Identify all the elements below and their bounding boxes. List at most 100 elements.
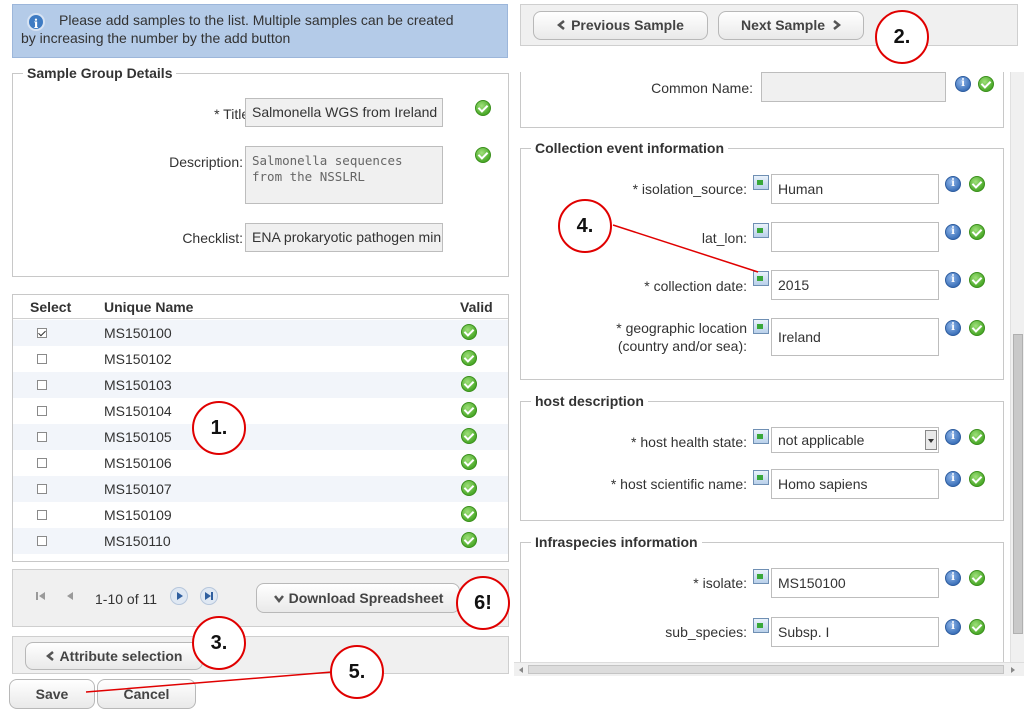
previous-sample-label: Previous Sample: [571, 17, 684, 33]
row-select-checkbox[interactable]: [37, 484, 47, 494]
valid-icon: [969, 224, 985, 240]
valid-icon: [969, 570, 985, 586]
valid-icon: [978, 76, 994, 92]
description-valid-icon: [475, 147, 491, 163]
description-line-2: from the NSSLRL: [252, 169, 365, 184]
attribute-selection-label: Attribute selection: [59, 648, 183, 664]
collection-date-field[interactable]: 2015: [771, 270, 939, 300]
table-row[interactable]: MS150106: [13, 450, 508, 476]
horizontal-scrollbar[interactable]: [514, 662, 1024, 676]
geo-label-line-1: * geographic location: [616, 320, 747, 336]
valid-icon: [461, 350, 477, 366]
template-icon[interactable]: [753, 429, 769, 444]
info-icon[interactable]: i: [945, 471, 961, 487]
geo-location-field[interactable]: Ireland: [771, 318, 939, 356]
title-label: * Title:: [214, 106, 253, 122]
table-row[interactable]: MS150104: [13, 398, 508, 424]
lat-lon-field[interactable]: [771, 222, 939, 252]
table-row[interactable]: MS150103: [13, 372, 508, 398]
title-valid-icon: [475, 100, 491, 116]
scrollbar-h-thumb[interactable]: [528, 665, 1004, 674]
info-icon[interactable]: i: [945, 429, 961, 445]
row-select-checkbox[interactable]: [37, 536, 47, 546]
geo-location-label: * geographic location (country and/or se…: [561, 319, 747, 355]
info-icon[interactable]: i: [955, 76, 971, 92]
row-unique-name: MS150107: [104, 481, 172, 497]
host-description-legend: host description: [531, 393, 648, 409]
callout-3: 3.: [192, 616, 246, 670]
collection-event-fieldset: Collection event information * isolation…: [520, 140, 1004, 380]
callout-5: 5.: [330, 645, 384, 699]
sub-species-field[interactable]: Subsp. I: [771, 617, 939, 647]
isolation-source-field[interactable]: Human: [771, 174, 939, 204]
row-select-checkbox[interactable]: [37, 380, 47, 390]
row-unique-name: MS150105: [104, 429, 172, 445]
col-unique-name[interactable]: Unique Name: [104, 299, 193, 315]
template-icon[interactable]: [753, 319, 769, 334]
table-row[interactable]: MS150110: [13, 528, 508, 554]
row-select-checkbox[interactable]: [37, 432, 47, 442]
row-select-checkbox[interactable]: [37, 510, 47, 520]
info-icon[interactable]: i: [945, 224, 961, 240]
page-range: 1-10 of 11: [95, 591, 158, 607]
dropdown-arrow-icon[interactable]: [925, 430, 937, 450]
template-icon[interactable]: [753, 175, 769, 190]
valid-icon: [461, 532, 477, 548]
attribute-selection-button[interactable]: Attribute selection: [25, 642, 203, 670]
chevron-down-icon: [273, 585, 285, 613]
table-row[interactable]: MS150102: [13, 346, 508, 372]
host-health-value: not applicable: [778, 432, 865, 448]
template-icon[interactable]: [753, 271, 769, 286]
scroll-left-icon[interactable]: [516, 664, 526, 679]
checklist-field[interactable]: ENA prokaryotic pathogen mini: [245, 223, 443, 252]
info-icon: i: [27, 13, 45, 31]
template-icon[interactable]: [753, 223, 769, 238]
row-select-checkbox[interactable]: [37, 406, 47, 416]
valid-icon: [461, 324, 477, 340]
last-page-icon[interactable]: [200, 587, 218, 605]
cancel-button[interactable]: Cancel: [97, 679, 196, 709]
banner-line-2: by increasing the number by the add butt…: [21, 30, 291, 46]
isolate-field[interactable]: MS150100: [771, 568, 939, 598]
next-sample-button[interactable]: Next Sample: [718, 11, 864, 40]
template-icon[interactable]: [753, 470, 769, 485]
host-health-select[interactable]: not applicable: [771, 427, 939, 453]
grid-pager: 1-10 of 11 Download Spreadsheet: [12, 569, 509, 627]
info-icon[interactable]: i: [945, 320, 961, 336]
previous-sample-button[interactable]: Previous Sample: [533, 11, 708, 40]
download-spreadsheet-button[interactable]: Download Spreadsheet: [256, 583, 460, 613]
host-scientific-label: * host scientific name:: [610, 476, 747, 492]
row-select-checkbox[interactable]: [37, 458, 47, 468]
scroll-right-icon[interactable]: [1008, 664, 1018, 679]
table-row[interactable]: MS150109: [13, 502, 508, 528]
samples-grid: Select Unique Name Valid MS150100 MS15010…: [12, 294, 509, 562]
template-icon[interactable]: [753, 618, 769, 633]
save-button[interactable]: Save: [9, 679, 95, 709]
vertical-scrollbar[interactable]: [1010, 72, 1024, 662]
valid-icon: [461, 428, 477, 444]
info-icon[interactable]: i: [945, 570, 961, 586]
row-select-checkbox[interactable]: [37, 328, 47, 338]
col-valid[interactable]: Valid: [460, 299, 493, 315]
sample-form-scroll[interactable]: Common Name: i Collection event informat…: [514, 72, 1025, 677]
title-field[interactable]: Salmonella WGS from Ireland: [245, 98, 443, 127]
prev-page-icon[interactable]: [64, 590, 76, 602]
chevron-left-icon: [45, 644, 56, 670]
scrollbar-thumb[interactable]: [1013, 334, 1023, 634]
banner-line-1: Please add samples to the list. Multiple…: [59, 12, 454, 28]
sub-species-label: sub_species:: [665, 624, 747, 640]
table-row[interactable]: MS150105: [13, 424, 508, 450]
description-field[interactable]: Salmonella sequences from the NSSLRL: [245, 146, 443, 204]
table-row[interactable]: MS150100: [13, 320, 508, 346]
host-scientific-field[interactable]: Homo sapiens: [771, 469, 939, 499]
info-icon[interactable]: i: [945, 619, 961, 635]
template-icon[interactable]: [753, 569, 769, 584]
col-select[interactable]: Select: [30, 299, 71, 315]
row-select-checkbox[interactable]: [37, 354, 47, 364]
common-name-field[interactable]: [761, 72, 946, 102]
first-page-icon[interactable]: [35, 590, 47, 602]
info-icon[interactable]: i: [945, 272, 961, 288]
table-row[interactable]: MS150107: [13, 476, 508, 502]
info-icon[interactable]: i: [945, 176, 961, 192]
next-page-icon[interactable]: [170, 587, 188, 605]
